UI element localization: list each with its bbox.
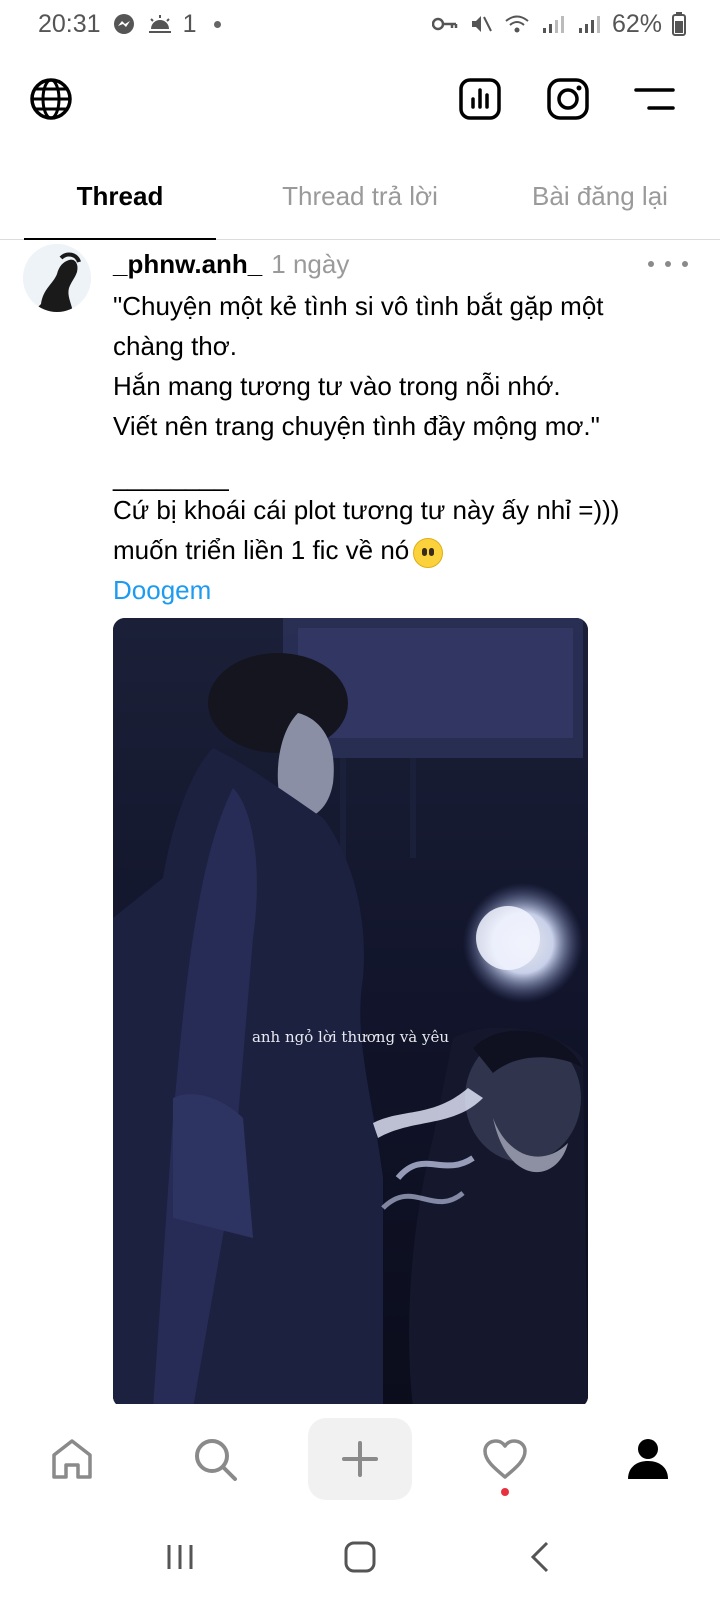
search-icon[interactable] bbox=[165, 1418, 265, 1500]
globe-icon[interactable] bbox=[28, 76, 74, 122]
status-time: 20:31 bbox=[38, 9, 101, 38]
messenger-icon bbox=[111, 11, 137, 37]
tab-threads[interactable]: Thread bbox=[0, 160, 240, 240]
more-dot bbox=[648, 261, 654, 267]
mute-icon bbox=[468, 11, 494, 37]
post-time: 1 ngày bbox=[271, 248, 350, 279]
signal-icon-1 bbox=[540, 11, 566, 37]
weather-icon bbox=[147, 11, 173, 37]
post-tag-link[interactable]: Doogem bbox=[113, 570, 693, 610]
post-text-line: chàng thơ. bbox=[113, 331, 238, 361]
post-divider-text: ________ bbox=[113, 462, 229, 492]
post-text-row: muốn triển liền 1 fic về nó bbox=[113, 530, 693, 570]
status-extra: 1 bbox=[182, 9, 197, 38]
recent-apps-icon[interactable] bbox=[150, 1527, 210, 1587]
system-nav-bar bbox=[0, 1514, 720, 1600]
media-caption: anh ngỏ lời thương và yêu bbox=[251, 1028, 450, 1046]
status-bar: 20:31 1 62% bbox=[0, 0, 720, 48]
wifi-icon bbox=[504, 11, 530, 37]
more-dot bbox=[665, 261, 671, 267]
heart-icon[interactable] bbox=[455, 1418, 555, 1500]
post-header: _phnw.anh_ 1 ngày bbox=[113, 246, 698, 282]
avatar[interactable] bbox=[23, 244, 91, 312]
notification-dot bbox=[501, 1488, 510, 1496]
post-text-line: Hắn mang tương tư vào trong nỗi nhớ. bbox=[113, 371, 561, 401]
profile-tabs: Thread Thread trả lời Bài đăng lại bbox=[0, 160, 720, 240]
tab-reposts[interactable]: Bài đăng lại bbox=[480, 160, 720, 239]
media-artwork bbox=[113, 618, 588, 1408]
status-dot bbox=[214, 20, 222, 28]
home-square-icon[interactable] bbox=[330, 1527, 390, 1587]
bar-chart-icon[interactable] bbox=[457, 76, 503, 122]
home-icon[interactable] bbox=[22, 1418, 122, 1500]
post-text-line: Viết nên trang chuyện tình đầy mộng mơ." bbox=[113, 411, 600, 441]
post-media-image[interactable]: anh ngỏ lời thương và yêu bbox=[113, 618, 588, 1408]
flushed-emoji-icon bbox=[413, 537, 444, 568]
back-icon[interactable] bbox=[510, 1527, 570, 1587]
app-header bbox=[0, 68, 720, 128]
menu-icon[interactable] bbox=[632, 76, 678, 122]
key-icon bbox=[431, 11, 458, 37]
status-right: 62% bbox=[431, 9, 686, 39]
more-options-icon[interactable] bbox=[648, 254, 688, 274]
post-body: "Chuyện một kẻ tình si vô tình bắt gặp m… bbox=[113, 286, 693, 610]
bottom-nav bbox=[0, 1404, 720, 1514]
more-dot bbox=[682, 261, 688, 267]
post-text-line: muốn triển liền 1 fic về nó bbox=[113, 535, 410, 565]
signal-icon-2 bbox=[576, 11, 602, 37]
status-left: 20:31 1 bbox=[38, 9, 222, 39]
profile-icon[interactable] bbox=[598, 1418, 698, 1500]
post-text-line: Cứ bị khoái cái plot tương tư này ấy nhỉ… bbox=[113, 495, 620, 525]
post-text-line: "Chuyện một kẻ tình si vô tình bắt gặp m… bbox=[113, 291, 604, 321]
plus-icon[interactable] bbox=[307, 1418, 412, 1500]
instagram-icon[interactable] bbox=[545, 76, 591, 122]
post-username[interactable]: _phnw.anh_ bbox=[113, 249, 262, 280]
battery-icon bbox=[672, 11, 686, 37]
tab-replies[interactable]: Thread trả lời bbox=[240, 160, 480, 239]
battery-percent: 62% bbox=[611, 9, 662, 38]
